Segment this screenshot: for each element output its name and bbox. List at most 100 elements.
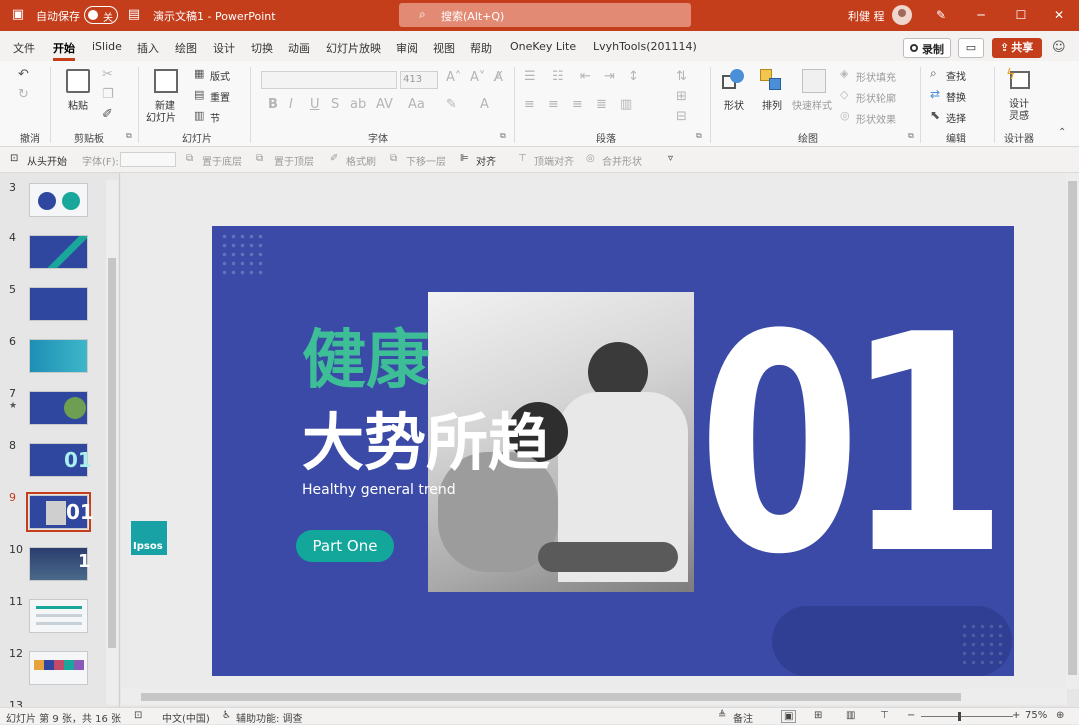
reading-view-icon[interactable]: ▥ (846, 710, 855, 721)
shapes-icon[interactable] (722, 69, 746, 93)
person-icon[interactable]: ☺ (1052, 40, 1066, 55)
tab-transitions[interactable]: 切换 (251, 40, 273, 56)
normal-view-icon[interactable]: ▣ (781, 710, 797, 723)
justify-icon[interactable]: ≣ (596, 97, 607, 112)
replace-label[interactable]: 替换 (946, 89, 966, 104)
tab-lvyhtools[interactable]: LvyhTools(201114) (593, 40, 697, 53)
shape-fill-label[interactable]: 形状填充 (856, 69, 896, 84)
align-right-icon[interactable]: ≡ (572, 97, 583, 112)
tab-home[interactable]: 开始 (53, 40, 75, 56)
arrange-icon[interactable] (760, 69, 784, 93)
scrollbar-thumb[interactable] (1068, 181, 1077, 675)
top-align-icon[interactable]: ⊤ (518, 153, 527, 164)
shadow-icon[interactable]: ab (350, 97, 366, 112)
bold-icon[interactable]: B (268, 97, 278, 112)
shapes-label[interactable]: 形状 (724, 97, 744, 112)
scrollbar-thumb[interactable] (141, 693, 961, 701)
search-box[interactable]: ⌕ 搜索(Alt+Q) (399, 3, 691, 27)
font-color-icon[interactable]: A (480, 97, 489, 112)
arrange-label[interactable]: 排列 (762, 97, 782, 112)
tab-review[interactable]: 审阅 (396, 40, 418, 56)
share-button[interactable]: ⇪ 共享 (992, 38, 1042, 58)
merge-shapes-button[interactable]: 合并形状 (602, 153, 642, 168)
quick-styles-icon[interactable] (802, 69, 826, 93)
comments-icon[interactable]: ▭ (958, 38, 984, 58)
section-label[interactable]: 节 (210, 110, 220, 125)
tab-animations[interactable]: 动画 (288, 40, 310, 56)
layout-icon[interactable]: ▦ (194, 67, 204, 80)
top-align-button[interactable]: 顶端对齐 (534, 153, 574, 168)
format-brush-button[interactable]: 格式刷 (346, 153, 376, 168)
slide-thumbnail-4[interactable] (29, 235, 88, 269)
slideshow-start-icon[interactable]: ⊡ (10, 153, 18, 164)
slide-thumbnail-7[interactable] (29, 391, 88, 425)
drawing-launcher-icon[interactable]: ⧉ (908, 131, 914, 141)
tab-insert[interactable]: 插入 (137, 40, 159, 56)
font-select[interactable] (120, 152, 176, 167)
align-text-icon[interactable]: ⊞ (676, 89, 687, 104)
tab-view[interactable]: 视图 (433, 40, 455, 56)
shape-fill-icon[interactable]: ◈ (840, 67, 848, 80)
avatar[interactable] (892, 5, 912, 25)
fit-to-window-icon[interactable]: ⊕ (1056, 710, 1064, 721)
increase-indent-icon[interactable]: ⇥ (604, 69, 615, 84)
slide-thumbnail-9[interactable]: 01 (26, 492, 94, 532)
clear-format-icon[interactable]: A̸ (494, 70, 503, 85)
highlight-icon[interactable]: ✎ (446, 97, 457, 112)
strikethrough-icon[interactable]: S (331, 97, 339, 112)
save-icon[interactable]: ▤ (124, 5, 144, 25)
redo-icon[interactable]: ↻ (18, 87, 29, 102)
design-ideas-label-2[interactable]: 灵感 (1009, 107, 1029, 122)
slide-thumbnail-10[interactable]: 1 (29, 547, 91, 581)
new-slide-label-2[interactable]: 幻灯片 (146, 109, 176, 124)
font-size-select[interactable]: 413 (400, 71, 438, 89)
font-family-select[interactable] (261, 71, 397, 89)
reset-icon[interactable]: ▤ (194, 88, 204, 101)
format-painter-icon[interactable]: ✐ (102, 107, 113, 122)
italic-icon[interactable]: I (289, 97, 293, 112)
tab-islide[interactable]: iSlide (92, 40, 122, 53)
record-button[interactable]: 录制 (903, 38, 951, 58)
spacing-icon[interactable]: AV (376, 97, 393, 112)
font-launcher-icon[interactable]: ⧉ (500, 131, 506, 141)
copy-icon[interactable]: ❐ (102, 87, 114, 102)
shape-outline-label[interactable]: 形状轮廓 (856, 90, 896, 105)
select-icon[interactable]: ⬉ (930, 108, 940, 122)
close-button[interactable]: ✕ (1048, 5, 1070, 25)
zoom-level[interactable]: 75% (1025, 710, 1047, 721)
slide-thumbnail-12[interactable] (29, 651, 88, 685)
replace-icon[interactable]: ⇄ (930, 87, 940, 101)
move-down-icon[interactable]: ⧉ (390, 153, 397, 164)
slideshow-icon[interactable]: ⊤ (880, 710, 889, 721)
paste-icon[interactable] (66, 69, 90, 93)
notes-icon[interactable]: ≜ (718, 710, 726, 721)
shape-effects-icon[interactable]: ◎ (840, 109, 850, 122)
design-ideas-icon[interactable]: ϟ (1006, 67, 1030, 91)
minimize-button[interactable]: ─ (970, 5, 992, 25)
from-start-button[interactable]: 从头开始 (27, 153, 67, 168)
language-label[interactable]: 中文(中国) (162, 710, 210, 725)
zoom-out-icon[interactable]: − (907, 710, 915, 721)
slide-thumbnail-11[interactable] (29, 599, 88, 633)
select-label[interactable]: 选择 (946, 110, 966, 125)
accessibility-icon[interactable]: ♿ (222, 710, 231, 721)
shrink-font-icon[interactable]: A˅ (470, 70, 485, 85)
tab-onekey[interactable]: OneKey Lite (510, 40, 576, 53)
tab-slideshow[interactable]: 幻灯片放映 (326, 40, 381, 56)
text-direction-icon[interactable]: ⇅ (676, 69, 687, 84)
clipboard-launcher-icon[interactable]: ⧉ (126, 131, 132, 141)
tab-draw[interactable]: 绘图 (175, 40, 197, 56)
bullets-icon[interactable]: ☰ (524, 69, 536, 84)
move-down-button[interactable]: 下移一层 (406, 153, 446, 168)
merge-shapes-icon[interactable]: ◎ (586, 153, 595, 164)
align-icon[interactable]: ⊫ (460, 153, 469, 164)
find-label[interactable]: 查找 (946, 68, 966, 83)
grow-font-icon[interactable]: A˄ (446, 70, 461, 85)
section-icon[interactable]: ▥ (194, 109, 204, 122)
accessibility-label[interactable]: 辅助功能: 调查 (236, 710, 303, 725)
align-left-icon[interactable]: ≡ (524, 97, 535, 112)
numbering-icon[interactable]: ☷ (552, 69, 564, 84)
reset-label[interactable]: 重置 (210, 89, 230, 104)
undo-icon[interactable]: ↶ (18, 67, 29, 82)
underline-icon[interactable]: U (310, 97, 320, 112)
